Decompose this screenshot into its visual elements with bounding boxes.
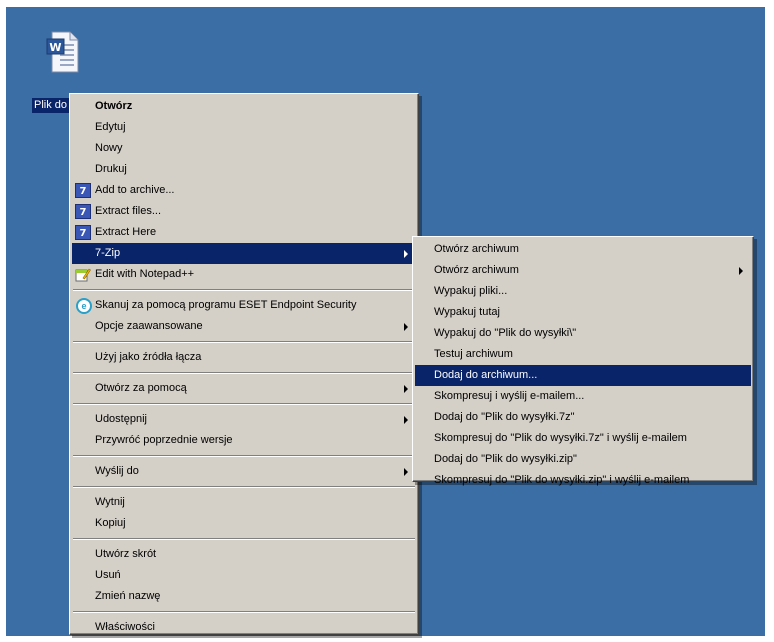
submenu-item-add-to-zip[interactable]: Dodaj do "Plik do wysyłki.zip" bbox=[415, 449, 751, 470]
submenu-item-add-to-archive[interactable]: Dodaj do archiwum... bbox=[415, 365, 751, 386]
menu-item-extract-here[interactable]: 7 Extract Here bbox=[72, 222, 416, 243]
submenu-arrow-icon bbox=[404, 416, 408, 424]
submenu-item-open-archive[interactable]: Otwórz archiwum bbox=[415, 239, 751, 260]
7zip-icon: 7 bbox=[75, 183, 91, 198]
menu-item-copy[interactable]: Kopiuj bbox=[72, 513, 416, 534]
submenu-item-add-to-7z[interactable]: Dodaj do "Plik do wysyłki.7z" bbox=[415, 407, 751, 428]
submenu-arrow-icon bbox=[404, 385, 408, 393]
menu-item-open[interactable]: Otwórz bbox=[72, 96, 416, 117]
menu-separator bbox=[73, 403, 415, 405]
desktop: W Plik do wysyłki Otwórz Edytuj Nowy Dru… bbox=[6, 7, 765, 636]
menu-separator bbox=[73, 611, 415, 613]
menu-item-use-as-link-source[interactable]: Użyj jako źródła łącza bbox=[72, 347, 416, 368]
submenu-7zip: Otwórz archiwum Otwórz archiwum Wypakuj … bbox=[412, 236, 754, 486]
menu-separator bbox=[73, 455, 415, 457]
submenu-item-compress-zip-and-email[interactable]: Skompresuj do "Plik do wysyłki.zip" i wy… bbox=[415, 470, 751, 491]
menu-separator bbox=[73, 341, 415, 343]
file-label[interactable]: Plik do wysyłki bbox=[32, 98, 74, 113]
menu-item-cut[interactable]: Wytnij bbox=[72, 492, 416, 513]
submenu-item-extract-to-folder[interactable]: Wypakuj do "Plik do wysyłki\" bbox=[415, 323, 751, 344]
menu-item-print[interactable]: Drukuj bbox=[72, 159, 416, 180]
submenu-item-test-archive[interactable]: Testuj archiwum bbox=[415, 344, 751, 365]
submenu-item-extract-files[interactable]: Wypakuj pliki... bbox=[415, 281, 751, 302]
menu-item-new[interactable]: Nowy bbox=[72, 138, 416, 159]
context-menu: Otwórz Edytuj Nowy Drukuj 7 Add to archi… bbox=[69, 93, 419, 635]
submenu-item-extract-here[interactable]: Wypakuj tutaj bbox=[415, 302, 751, 323]
menu-item-extract-files[interactable]: 7 Extract files... bbox=[72, 201, 416, 222]
menu-item-share[interactable]: Udostępnij bbox=[72, 409, 416, 430]
submenu-item-open-archive-as[interactable]: Otwórz archiwum bbox=[415, 260, 751, 281]
word-document-icon[interactable]: W bbox=[46, 30, 80, 74]
submenu-arrow-icon bbox=[404, 468, 408, 476]
7zip-icon: 7 bbox=[75, 204, 91, 219]
submenu-arrow-icon bbox=[739, 267, 743, 275]
menu-separator bbox=[73, 486, 415, 488]
notepad-plus-plus-icon bbox=[75, 267, 91, 282]
menu-item-open-with[interactable]: Otwórz za pomocą bbox=[72, 378, 416, 399]
menu-item-edit-notepadpp[interactable]: Edit with Notepad++ bbox=[72, 264, 416, 285]
menu-item-send-to[interactable]: Wyślij do bbox=[72, 461, 416, 482]
menu-item-add-to-archive[interactable]: 7 Add to archive... bbox=[72, 180, 416, 201]
menu-separator bbox=[73, 372, 415, 374]
menu-item-edit[interactable]: Edytuj bbox=[72, 117, 416, 138]
menu-item-delete[interactable]: Usuń bbox=[72, 565, 416, 586]
7zip-icon: 7 bbox=[75, 225, 91, 240]
submenu-item-compress-7z-and-email[interactable]: Skompresuj do "Plik do wysyłki.7z" i wyś… bbox=[415, 428, 751, 449]
menu-item-create-shortcut[interactable]: Utwórz skrót bbox=[72, 544, 416, 565]
menu-item-rename[interactable]: Zmień nazwę bbox=[72, 586, 416, 607]
submenu-item-compress-and-email[interactable]: Skompresuj i wyślij e-mailem... bbox=[415, 386, 751, 407]
submenu-arrow-icon bbox=[404, 323, 408, 331]
submenu-arrow-icon bbox=[404, 250, 408, 258]
menu-item-7zip[interactable]: 7-Zip bbox=[72, 243, 416, 264]
menu-separator bbox=[73, 538, 415, 540]
menu-item-restore-previous-versions[interactable]: Przywróć poprzednie wersje bbox=[72, 430, 416, 451]
menu-item-properties[interactable]: Właściwości bbox=[72, 617, 416, 638]
eset-icon: e bbox=[76, 298, 92, 314]
svg-text:W: W bbox=[49, 41, 61, 54]
menu-item-eset-scan[interactable]: e Skanuj za pomocą programu ESET Endpoin… bbox=[72, 295, 416, 316]
menu-item-advanced-options[interactable]: Opcje zaawansowane bbox=[72, 316, 416, 337]
menu-separator bbox=[73, 289, 415, 291]
